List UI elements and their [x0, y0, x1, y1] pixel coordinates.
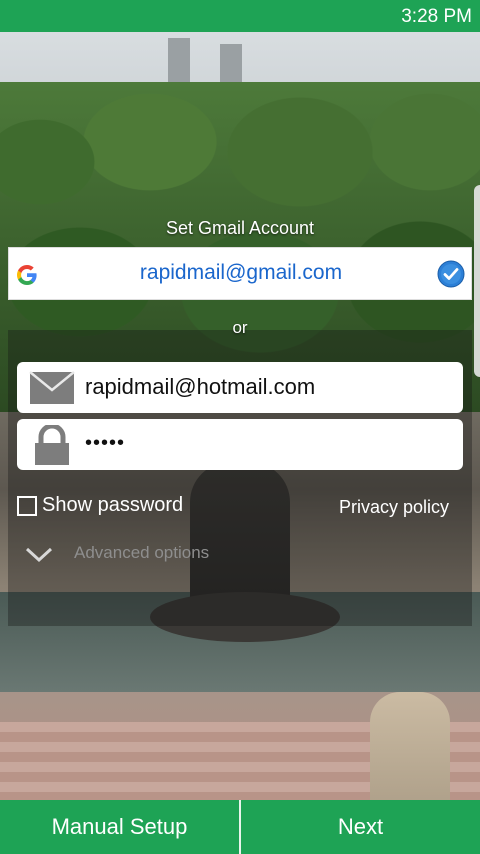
manual-setup-button[interactable]: Manual Setup	[0, 800, 239, 854]
email-field[interactable]: rapidmail@hotmail.com	[17, 362, 463, 413]
or-separator: or	[232, 318, 248, 337]
email-input[interactable]: rapidmail@hotmail.com	[85, 374, 315, 400]
lock-icon	[35, 425, 69, 465]
gmail-account-address: rapidmail@gmail.com	[139, 261, 343, 284]
show-password-label[interactable]: Show password	[42, 494, 183, 517]
edge-panel-handle[interactable]	[474, 185, 480, 377]
chevron-down-icon	[25, 547, 53, 563]
status-time: 3:28 PM	[401, 6, 472, 27]
password-input[interactable]: •••••	[85, 432, 125, 455]
envelope-icon	[29, 371, 75, 404]
status-bar: 3:28 PM	[0, 0, 480, 32]
check-circle-icon[interactable]	[437, 260, 465, 288]
advanced-options-label: Advanced options	[74, 543, 210, 562]
gmail-account-row[interactable]: rapidmail@gmail.com	[8, 247, 472, 300]
privacy-policy-link[interactable]: Privacy policy	[339, 497, 449, 518]
bottom-action-bar: Manual Setup Next	[0, 800, 480, 854]
password-field[interactable]: •••••	[17, 419, 463, 470]
gmail-section-title: Set Gmail Account	[165, 218, 315, 238]
next-button[interactable]: Next	[241, 800, 480, 854]
show-password-checkbox[interactable]	[17, 496, 37, 516]
